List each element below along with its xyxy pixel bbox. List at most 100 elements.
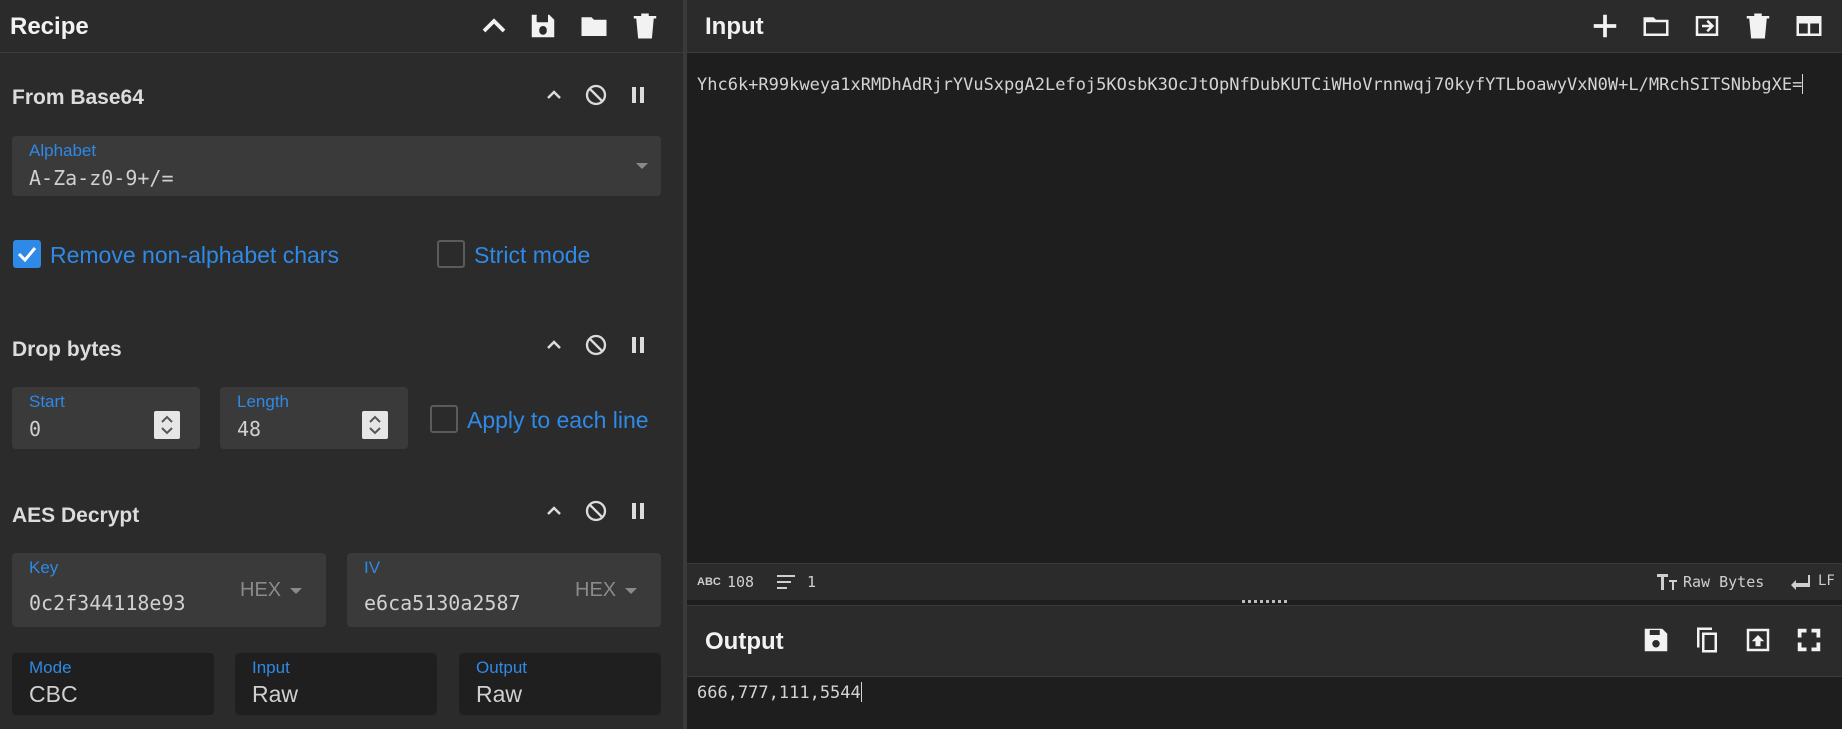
length-stepper[interactable] bbox=[362, 411, 388, 439]
apply-each-line-checkbox[interactable] bbox=[430, 405, 458, 433]
pause-icon bbox=[632, 503, 644, 519]
reset-layout-button[interactable] bbox=[1793, 10, 1825, 42]
mode-label: Mode bbox=[29, 658, 72, 677]
disable-button[interactable] bbox=[582, 331, 610, 359]
output-content: 666,777,111,5544 bbox=[697, 683, 861, 703]
start-label: Start bbox=[29, 392, 65, 411]
text-cursor bbox=[1802, 74, 1804, 94]
operation-from-base64: From Base64 Alphabet A-Za-z0-9+/= Remove… bbox=[0, 61, 683, 312]
start-stepper[interactable] bbox=[154, 411, 180, 439]
key-label: Key bbox=[29, 558, 59, 577]
input-format-select[interactable]: Input Raw bbox=[235, 653, 437, 715]
save-icon bbox=[531, 14, 555, 38]
strict-mode-label[interactable]: Strict mode bbox=[474, 242, 590, 269]
resize-handle[interactable] bbox=[1242, 598, 1288, 604]
alphabet-label: Alphabet bbox=[29, 141, 97, 160]
input-content: Yhc6k+R99kweya1xRMDhAdRjrYVuSxpgA2Lefoj5… bbox=[697, 75, 1803, 95]
input-textarea[interactable]: Yhc6k+R99kweya1xRMDhAdRjrYVuSxpgA2Lefoj5… bbox=[697, 70, 1827, 100]
copy-output-button[interactable] bbox=[1691, 624, 1723, 656]
mode-value: CBC bbox=[29, 681, 78, 707]
disable-icon bbox=[585, 334, 607, 356]
open-file-button[interactable] bbox=[1640, 10, 1672, 42]
input-header: Input bbox=[687, 0, 1842, 53]
iv-label: IV bbox=[364, 558, 381, 577]
key-format-dropdown[interactable]: HEX bbox=[240, 579, 281, 602]
length-label: Length bbox=[237, 392, 289, 411]
io-panel: Input Yhc6k+R99kweya1xRMDhAdRjrYVuSxpgA2… bbox=[687, 0, 1842, 729]
output-format-select[interactable]: Output Raw bbox=[459, 653, 661, 715]
breakpoint-button[interactable] bbox=[624, 81, 652, 109]
recipe-panel: Recipe From Base64 Alphabet A-Za-z0-9+/= bbox=[0, 0, 683, 729]
input-length: 108 bbox=[727, 573, 755, 591]
pause-icon bbox=[632, 337, 644, 353]
chevron-up-icon bbox=[547, 90, 561, 99]
key-input[interactable]: Key 0c2f344118e93 HEX bbox=[12, 553, 326, 627]
length-input[interactable]: Length 48 bbox=[220, 387, 408, 449]
disable-button[interactable] bbox=[582, 81, 610, 109]
input-eol[interactable]: LF bbox=[1818, 573, 1835, 589]
chevron-up-icon bbox=[547, 506, 561, 515]
collapse-button[interactable] bbox=[540, 497, 568, 525]
save-recipe-button[interactable] bbox=[527, 10, 559, 42]
alphabet-value: A-Za-z0-9+/= bbox=[29, 166, 174, 190]
input-status-bar: ABC 108 1 Raw Bytes LF bbox=[687, 563, 1842, 600]
clear-recipe-button[interactable] bbox=[629, 10, 661, 42]
remove-non-alphabet-label[interactable]: Remove non-alphabet chars bbox=[50, 242, 339, 269]
collapse-all-button[interactable] bbox=[478, 10, 510, 42]
start-value: 0 bbox=[29, 417, 42, 441]
stepper-icon bbox=[161, 415, 173, 435]
collapse-button[interactable] bbox=[540, 331, 568, 359]
breakpoint-button[interactable] bbox=[624, 331, 652, 359]
key-value: 0c2f344118e93 bbox=[29, 591, 186, 615]
load-recipe-button[interactable] bbox=[578, 10, 610, 42]
maximize-output-button[interactable] bbox=[1793, 624, 1825, 656]
alphabet-select[interactable]: Alphabet A-Za-z0-9+/= bbox=[12, 136, 661, 196]
recipe-header: Recipe bbox=[0, 0, 683, 53]
chevron-down-icon bbox=[625, 588, 637, 594]
strict-mode-checkbox[interactable] bbox=[437, 240, 465, 268]
mode-select[interactable]: Mode CBC bbox=[12, 653, 214, 715]
collapse-button[interactable] bbox=[540, 81, 568, 109]
disable-icon bbox=[585, 500, 607, 522]
input-format-value: Raw bbox=[252, 681, 299, 707]
operation-title: Drop bytes bbox=[12, 338, 122, 361]
replace-input-button[interactable] bbox=[1742, 624, 1774, 656]
trash-icon bbox=[633, 13, 657, 39]
open-folder-button[interactable] bbox=[1691, 10, 1723, 42]
clear-input-button[interactable] bbox=[1742, 10, 1774, 42]
output-title: Output bbox=[705, 628, 784, 655]
disable-button[interactable] bbox=[582, 497, 610, 525]
layout-icon bbox=[1796, 16, 1822, 36]
chevron-up-icon bbox=[482, 18, 506, 33]
add-tab-button[interactable] bbox=[1589, 10, 1621, 42]
maximize-icon bbox=[1797, 628, 1821, 652]
folder-icon bbox=[581, 17, 607, 36]
save-output-button[interactable] bbox=[1640, 624, 1672, 656]
trash-icon bbox=[1746, 13, 1770, 39]
text-format-icon[interactable] bbox=[1657, 573, 1677, 591]
eol-icon[interactable] bbox=[1790, 573, 1810, 591]
iv-input[interactable]: IV e6ca5130a2587 HEX bbox=[347, 553, 661, 627]
output-textarea[interactable]: 666,777,111,5544 bbox=[697, 682, 862, 703]
apply-each-line-label[interactable]: Apply to each line bbox=[467, 407, 649, 434]
breakpoint-button[interactable] bbox=[624, 497, 652, 525]
input-format-label: Input bbox=[252, 658, 290, 677]
save-icon bbox=[1644, 628, 1668, 652]
folder-icon bbox=[1643, 17, 1669, 36]
text-cursor bbox=[860, 682, 862, 702]
pause-icon bbox=[632, 87, 644, 103]
iv-format-dropdown[interactable]: HEX bbox=[575, 579, 616, 602]
stepper-icon bbox=[369, 415, 381, 435]
input-title: Input bbox=[705, 13, 764, 40]
chevron-down-icon bbox=[636, 163, 648, 169]
operation-aes-decrypt: AES Decrypt Key 0c2f344118e93 HEX IV e6c… bbox=[0, 477, 683, 729]
length-value: 48 bbox=[237, 417, 262, 441]
remove-non-alphabet-checkbox[interactable] bbox=[13, 240, 41, 268]
start-input[interactable]: Start 0 bbox=[12, 387, 200, 449]
input-encoding[interactable]: Raw Bytes bbox=[1683, 573, 1764, 591]
replace-input-icon bbox=[1746, 628, 1770, 652]
copy-icon bbox=[1697, 627, 1717, 653]
length-icon: ABC bbox=[697, 576, 721, 588]
operation-title: AES Decrypt bbox=[12, 504, 140, 527]
plus-icon bbox=[1593, 14, 1617, 38]
